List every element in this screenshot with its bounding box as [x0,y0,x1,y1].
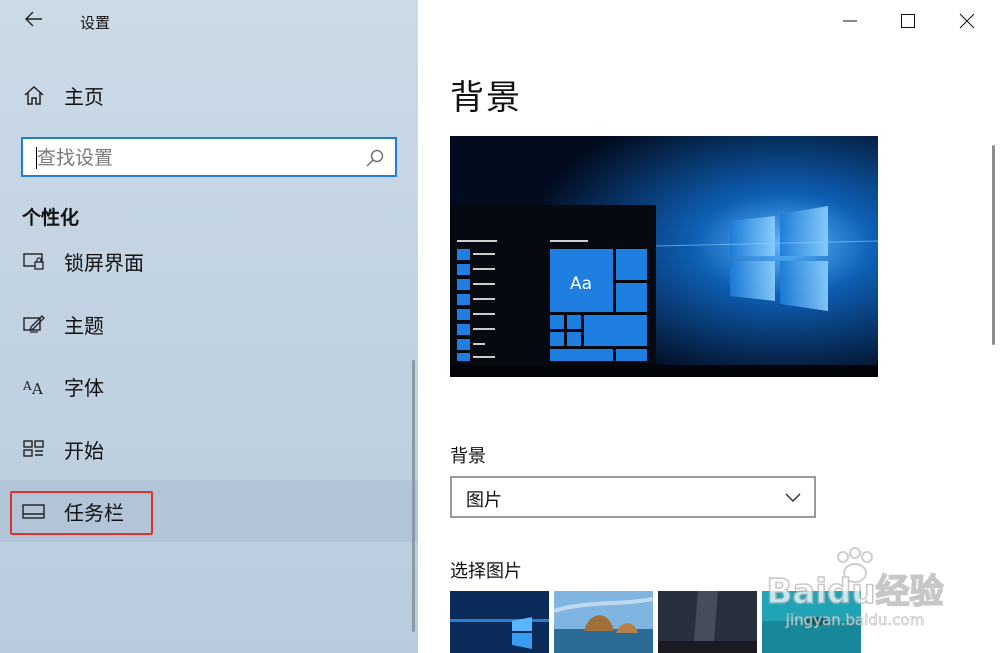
watermark-url: jingyan.baidu.com [785,611,924,629]
sidebar-item-theme[interactable]: 主题 [0,293,418,355]
close-button[interactable] [938,0,996,42]
windows-wallpaper-thumbnail [450,591,549,653]
picture-thumbnail[interactable] [450,591,549,653]
section-title: 个性化 [22,207,80,229]
maximize-button[interactable] [879,0,937,42]
sidebar-item-label: 开始 [64,439,104,463]
sidebar-item-label: 主题 [64,314,104,338]
background-type-dropdown[interactable]: 图片 [450,476,816,518]
sidebar: 设置 主页 个性化 锁屏界面 主题 AA 字体 开始 任务栏 [0,0,418,653]
sidebar-item-label: 锁屏界面 [64,251,144,275]
svg-text:A: A [31,380,43,398]
sidebar-item-label: 字体 [64,376,104,400]
chevron-down-icon [785,493,801,503]
home-icon [24,85,44,105]
highlight-annotation [10,491,153,535]
baidu-watermark: Baidu经验 jingyan.baidu.com [766,547,944,629]
back-button[interactable] [22,9,46,33]
sidebar-item-label: 主页 [64,85,104,109]
back-arrow-icon [25,11,42,27]
theme-icon [23,315,45,333]
sidebar-item-start[interactable]: 开始 [0,418,418,480]
sidebar-item-lock-screen[interactable]: 锁屏界面 [0,230,418,292]
background-label: 背景 [450,446,486,467]
minimize-icon [843,20,857,22]
font-icon: AA [22,379,43,398]
minimize-button[interactable] [821,0,879,42]
maximize-icon [901,14,915,28]
content-scrollbar[interactable] [992,145,995,345]
sidebar-scrollbar[interactable] [412,360,415,632]
page-title: 背景 [450,78,522,118]
background-preview: Aa [450,136,878,377]
svg-text:A: A [22,379,32,393]
search-icon[interactable] [365,148,385,168]
dropdown-selected-value: 图片 [466,490,502,511]
start-icon [23,440,44,457]
text-caret [36,147,37,169]
picture-thumbnail[interactable] [554,591,653,653]
watermark-brand: Baidu经验 [766,572,943,612]
search-input[interactable] [35,139,359,177]
app-title: 设置 [80,14,111,32]
sidebar-item-home[interactable]: 主页 [0,64,418,126]
lock-screen-icon [23,253,44,270]
choose-picture-label: 选择图片 [450,561,522,582]
sidebar-item-fonts[interactable]: AA 字体 [0,355,418,417]
coastal-rocks-thumbnail [554,591,653,653]
close-icon [959,13,975,29]
preview-sample-text: Aa [570,274,592,294]
search-box[interactable] [21,137,397,177]
